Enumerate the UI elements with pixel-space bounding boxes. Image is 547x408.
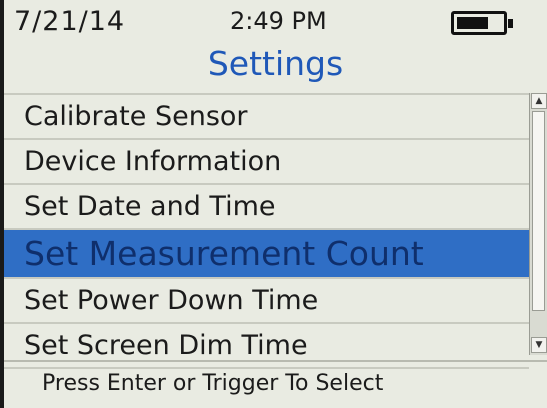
device-screen: 7/21/14 2:49 PM Settings Calibrate Senso… — [4, 0, 547, 408]
page-title: Settings — [207, 44, 344, 83]
battery-terminal — [508, 19, 513, 28]
status-bar: 7/21/14 2:49 PM — [4, 0, 547, 42]
menu-item-set-date-and-time[interactable]: Set Date and Time — [4, 185, 529, 230]
footer-hint: Press Enter or Trigger To Select — [4, 360, 547, 408]
battery-icon — [451, 11, 513, 35]
settings-menu: Calibrate Sensor Device Information Set … — [4, 93, 529, 369]
menu-item-device-information[interactable]: Device Information — [4, 140, 529, 185]
scroll-up-arrow-icon[interactable]: ▲ — [531, 93, 547, 109]
menu-item-set-power-down-time[interactable]: Set Power Down Time — [4, 279, 529, 324]
menu-item-set-measurement-count[interactable]: Set Measurement Count — [4, 230, 529, 279]
scroll-down-arrow-icon[interactable]: ▼ — [531, 337, 547, 353]
scroll-thumb[interactable] — [532, 111, 545, 311]
menu-scrollbar[interactable]: ▲ ▼ — [529, 93, 547, 355]
time-display: 2:49 PM — [230, 7, 327, 35]
date-display: 7/21/14 — [14, 6, 126, 37]
menu-item-calibrate-sensor[interactable]: Calibrate Sensor — [4, 95, 529, 140]
battery-fill — [457, 17, 488, 29]
